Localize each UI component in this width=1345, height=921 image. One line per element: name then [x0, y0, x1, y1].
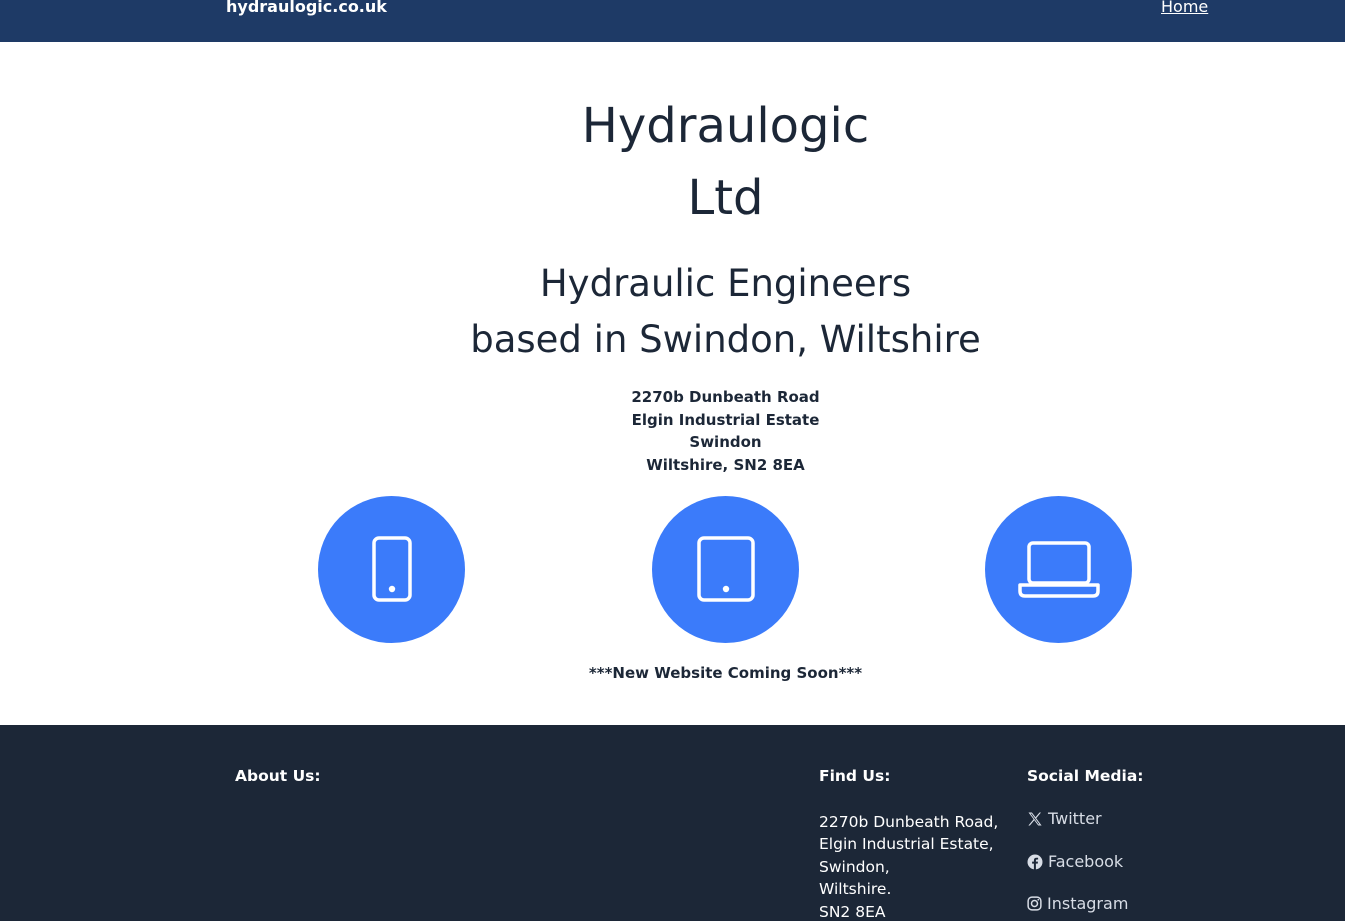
footer-address-line: SN2 8EA	[819, 902, 886, 921]
footer-social-heading: Social Media:	[1027, 767, 1144, 785]
facebook-link[interactable]: Facebook	[1027, 852, 1123, 871]
instagram-label: Instagram	[1047, 894, 1129, 913]
footer-address-line: Swindon,	[819, 857, 890, 876]
subtitle-line-1: Hydraulic Engineers	[539, 262, 912, 305]
twitter-link[interactable]: Twitter	[1027, 809, 1102, 828]
subtitle-line-2: based in Swindon, Wiltshire	[470, 318, 981, 361]
tablet-device-circle	[652, 496, 799, 643]
address-line: 2270b Dunbeath Road	[631, 388, 820, 406]
tablet-icon	[696, 535, 755, 602]
facebook-icon	[1027, 854, 1043, 869]
footer-address-line: Elgin Industrial Estate,	[819, 835, 994, 854]
footer-address-line: Wiltshire.	[819, 880, 892, 899]
footer-address-line: 2270b Dunbeath Road,	[819, 813, 999, 831]
footer: About Us: Find Us: 2270b Dunbeath Road, …	[0, 725, 1345, 921]
twitter-label: Twitter	[1048, 809, 1102, 828]
mobile-phone-icon	[371, 535, 412, 602]
address-line: Swindon	[689, 433, 762, 452]
address-line: Wiltshire, SN2 8EA	[646, 455, 805, 474]
title-line-2: Ltd	[687, 170, 764, 226]
coming-soon-notice: ***New Website Coming Soon***	[588, 664, 863, 682]
laptop-device-circle	[985, 496, 1132, 643]
instagram-link[interactable]: Instagram	[1027, 894, 1128, 913]
address-line: Elgin Industrial Estate	[631, 410, 820, 429]
instagram-icon	[1027, 896, 1042, 911]
footer-find-heading: Find Us:	[819, 767, 891, 785]
page-subtitle: Hydraulic Engineers based in Swindon, Wi…	[0, 256, 1345, 368]
title-line-1: Hydraulogic	[581, 98, 870, 154]
footer-address: 2270b Dunbeath Road, Elgin Industrial Es…	[819, 811, 998, 921]
facebook-label: Facebook	[1048, 852, 1124, 871]
brand-link[interactable]: hydraulogic.co.uk	[226, 0, 387, 16]
hero-address: 2270b Dunbeath Road Elgin Industrial Est…	[0, 386, 1345, 476]
page-title: Hydraulogic Ltd	[0, 90, 1345, 234]
top-navbar: hydraulogic.co.uk Home	[0, 0, 1345, 42]
x-twitter-icon	[1028, 812, 1042, 825]
laptop-icon	[1017, 540, 1100, 598]
footer-about-heading: About Us:	[235, 767, 321, 785]
mobile-device-circle	[318, 496, 465, 643]
nav-home-link[interactable]: Home	[1161, 0, 1208, 16]
